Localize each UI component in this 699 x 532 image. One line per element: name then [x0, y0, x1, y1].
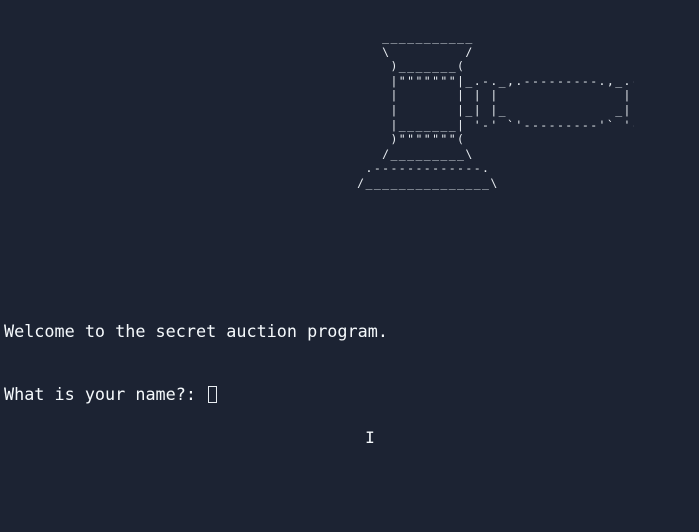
welcome-line: Welcome to the secret auction program.	[4, 321, 388, 341]
gavel-ascii-art: ___________ \ / )_______( |"""""""|_.-._…	[357, 30, 634, 190]
terminal-window[interactable]: ___________ \ / )_______( |"""""""|_.-._…	[0, 0, 699, 532]
i-beam-cursor-icon: I	[365, 428, 375, 447]
gavel-ascii-art-container: ___________ \ / )_______( |"""""""|_.-._…	[224, 30, 634, 270]
name-prompt: What is your name?:	[4, 384, 207, 404]
terminal-output: Welcome to the secret auction program. W…	[4, 279, 388, 447]
name-prompt-row[interactable]: What is your name?:	[4, 384, 388, 405]
text-cursor-block	[208, 386, 218, 403]
